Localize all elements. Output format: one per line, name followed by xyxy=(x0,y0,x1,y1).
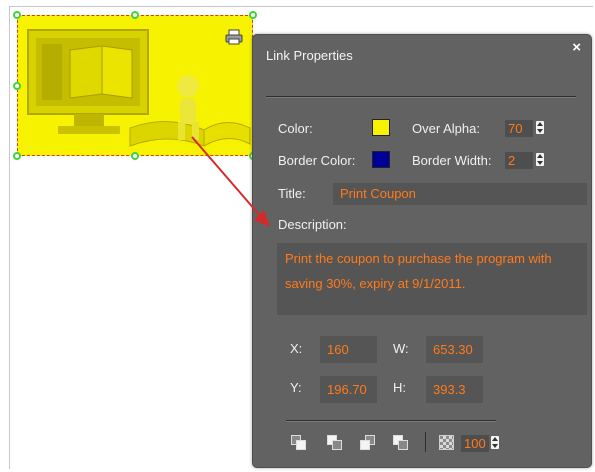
opacity-stepper[interactable] xyxy=(491,436,499,449)
title-label: Title: xyxy=(278,186,306,201)
y-input[interactable]: 196.70 xyxy=(320,376,377,403)
toolbar-separator xyxy=(425,432,426,452)
h-input[interactable]: 393.3 xyxy=(426,376,483,403)
description-input[interactable]: Print the coupon to purchase the program… xyxy=(277,243,587,315)
resize-handle-top-middle[interactable] xyxy=(131,11,139,19)
over-alpha-label: Over Alpha: xyxy=(412,121,480,136)
border-color-label: Border Color: xyxy=(278,153,356,168)
opacity-icon xyxy=(439,435,454,450)
resize-handle-bottom-left[interactable] xyxy=(13,152,21,160)
resize-handle-bottom-middle[interactable] xyxy=(131,152,139,160)
x-input[interactable]: 160 xyxy=(320,336,377,363)
send-to-back-icon[interactable] xyxy=(327,435,343,451)
link-properties-panel: Link Properties × Color: Over Alpha: 70 … xyxy=(252,34,592,468)
border-width-stepper[interactable] xyxy=(536,153,544,166)
page-thumbnail-art xyxy=(27,29,251,147)
w-label: W: xyxy=(393,341,409,356)
opacity-input[interactable]: 100 xyxy=(461,435,489,452)
fill-color-swatch[interactable] xyxy=(372,119,390,136)
over-alpha-stepper[interactable] xyxy=(536,121,544,134)
link-area[interactable] xyxy=(17,15,253,156)
title-input[interactable]: Print Coupon xyxy=(333,183,587,205)
over-alpha-input[interactable]: 70 xyxy=(505,120,533,137)
border-width-input[interactable]: 2 xyxy=(505,152,533,169)
w-input[interactable]: 653.30 xyxy=(426,336,483,363)
bring-forward-icon[interactable] xyxy=(360,435,376,451)
divider-bottom xyxy=(286,420,496,422)
send-backward-icon[interactable] xyxy=(393,435,409,451)
h-label: H: xyxy=(393,380,406,395)
resize-handle-top-right[interactable] xyxy=(249,11,257,19)
border-width-label: Border Width: xyxy=(412,153,492,168)
color-label: Color: xyxy=(278,121,313,136)
y-label: Y: xyxy=(290,380,302,395)
close-icon[interactable]: × xyxy=(572,39,581,56)
print-icon[interactable] xyxy=(225,29,243,45)
border-color-swatch[interactable] xyxy=(372,151,390,168)
panel-title: Link Properties xyxy=(266,48,353,63)
resize-handle-top-left[interactable] xyxy=(13,11,21,19)
resize-handle-middle-left[interactable] xyxy=(13,82,21,90)
divider-top xyxy=(266,96,576,98)
bring-to-front-icon[interactable] xyxy=(291,435,307,451)
description-label: Description: xyxy=(278,217,347,232)
x-label: X: xyxy=(290,341,303,356)
